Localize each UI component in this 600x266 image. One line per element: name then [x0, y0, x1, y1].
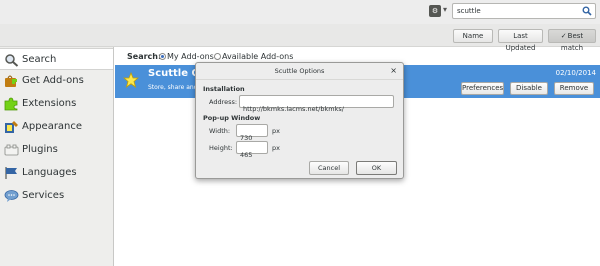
category-sidebar: Search Get Add-ons Extensions Appearance… — [0, 47, 114, 266]
sort-best-match-button[interactable]: ✓Best match — [548, 29, 596, 52]
ok-button[interactable]: OK — [356, 161, 397, 175]
sidebar-item-label: Search — [22, 54, 57, 65]
height-field[interactable] — [236, 141, 268, 161]
sidebar-item-label: Plugins — [22, 144, 58, 155]
radio-available-addons[interactable] — [214, 53, 221, 60]
sidebar-item-get-addons[interactable]: Get Add-ons — [0, 70, 113, 92]
sidebar-item-label: Appearance — [22, 121, 83, 132]
address-field[interactable] — [239, 95, 394, 115]
star-icon — [123, 72, 139, 88]
sidebar-item-search[interactable]: Search — [0, 48, 113, 70]
addon-description: Store, share and — [148, 84, 198, 91]
tools-menu-button[interactable]: ⚙ ▾ — [429, 5, 451, 19]
speech-bubble-icon — [4, 190, 19, 202]
dialog-titlebar[interactable]: Scuttle Options × — [196, 63, 403, 80]
radio-available-addons-label[interactable]: Available Add-ons — [222, 52, 293, 61]
address-label: Address: — [209, 98, 238, 106]
addon-name: Scuttle O — [148, 68, 201, 79]
disable-button[interactable]: Disable — [510, 82, 548, 95]
paintbrush-icon — [5, 121, 18, 133]
search-filter-label: Search: — [127, 52, 162, 61]
sidebar-item-label: Languages — [22, 167, 77, 178]
radio-my-addons-label[interactable]: My Add-ons — [167, 52, 214, 61]
sidebar-item-extensions[interactable]: Extensions — [0, 93, 113, 115]
puzzle-piece-icon — [4, 97, 18, 111]
search-icon — [5, 54, 19, 67]
sidebar-item-services[interactable]: Services — [0, 185, 113, 207]
radio-my-addons[interactable] — [159, 53, 166, 60]
installation-heading: Installation — [203, 85, 245, 93]
sort-last-updated-button[interactable]: Last Updated — [498, 29, 543, 52]
chevron-down-icon: ▾ — [443, 5, 448, 14]
sort-name-button[interactable]: Name — [453, 29, 493, 43]
width-label: Width: — [209, 127, 231, 135]
sidebar-item-label: Services — [22, 190, 65, 201]
sidebar-item-label: Extensions — [22, 98, 77, 109]
sidebar-item-appearance[interactable]: Appearance — [0, 116, 113, 138]
dialog-title: Scuttle Options — [274, 67, 325, 75]
options-dialog: Scuttle Options × Installation Address: … — [195, 62, 404, 179]
close-icon[interactable]: × — [390, 66, 397, 76]
sidebar-item-languages[interactable]: Languages — [0, 162, 113, 184]
top-toolbar: ⚙ ▾ — [0, 0, 600, 24]
checkmark-icon: ✓ — [560, 32, 567, 40]
gear-menu-icon: ⚙ — [429, 5, 441, 17]
width-unit: px — [272, 127, 280, 135]
addon-date: 02/10/2014 — [555, 69, 596, 77]
cancel-button[interactable]: Cancel — [309, 161, 349, 175]
height-unit: px — [272, 144, 280, 152]
get-addons-icon — [5, 75, 17, 87]
height-input[interactable] — [237, 149, 267, 161]
flag-icon — [5, 167, 17, 179]
search-input[interactable] — [457, 4, 577, 18]
sidebar-item-plugins[interactable]: Plugins — [0, 139, 113, 161]
plugin-brick-icon — [4, 144, 19, 156]
magnifier-icon[interactable] — [582, 6, 592, 16]
address-input[interactable] — [240, 103, 393, 115]
width-field[interactable] — [236, 124, 268, 144]
preferences-button[interactable]: Preferences — [461, 82, 504, 95]
popup-window-heading: Pop-up Window — [203, 114, 261, 122]
remove-button[interactable]: Remove — [554, 82, 594, 95]
sidebar-item-label: Get Add-ons — [22, 75, 84, 86]
height-label: Height: — [209, 144, 233, 152]
addon-search-box[interactable] — [452, 3, 596, 19]
sort-bar: Name Last Updated ✓Best match — [0, 24, 600, 52]
